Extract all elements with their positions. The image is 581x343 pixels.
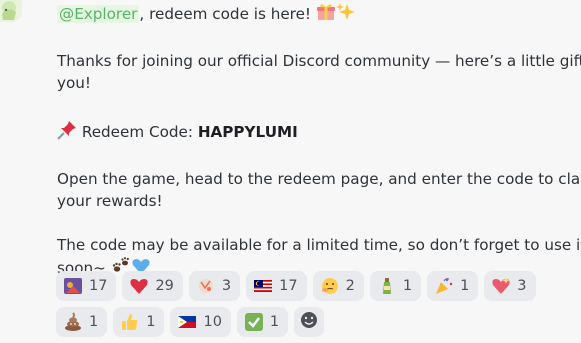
- bottle-icon: [377, 276, 397, 296]
- gift-icon: [316, 2, 336, 28]
- reaction-count: 3: [517, 278, 527, 294]
- custom-emote-icon: [63, 276, 83, 296]
- reaction-count: 17: [89, 278, 108, 294]
- reaction-thumbs-up[interactable]: 1: [113, 307, 165, 337]
- reaction-philippines-flag[interactable]: 10: [170, 307, 231, 337]
- reactions-bar: 17 29 3 17 2 1 1 3 1 1 10 1: [56, 271, 576, 343]
- reaction-count: 1: [402, 278, 413, 294]
- user-avatar[interactable]: [0, 0, 22, 22]
- message-content: @Explorer, redeem code is here! Thanks f…: [57, 0, 581, 282]
- reaction-count: 10: [203, 314, 222, 330]
- reaction-count: 1: [89, 314, 99, 330]
- sparkles-icon: [335, 2, 356, 28]
- check-mark-button-icon: [244, 312, 264, 332]
- reaction-check-mark[interactable]: 1: [236, 307, 289, 337]
- thumbs-up-icon: [120, 312, 140, 332]
- reactions-row-2: 1 1 10 1: [56, 307, 576, 337]
- reaction-count: 1: [460, 278, 470, 294]
- reaction-count: 1: [269, 314, 280, 330]
- reaction-count: 17: [279, 278, 298, 294]
- sparkling-heart-icon: [491, 276, 511, 296]
- reaction-pile-of-poo[interactable]: 1: [56, 307, 108, 337]
- limited-line-1: The code may be available for a limited …: [57, 236, 581, 254]
- open-line-1: Open the game, head to the redeem page, …: [57, 170, 581, 188]
- pushpin-icon: [57, 120, 77, 146]
- reaction-count: 1: [146, 314, 156, 330]
- reaction-bottle[interactable]: 1: [369, 271, 422, 301]
- face-with-hand-icon: [320, 276, 340, 296]
- reaction-face-with-hand[interactable]: 2: [312, 271, 364, 301]
- custom-sticker-icon: [196, 276, 216, 296]
- reaction-sparkling-heart[interactable]: 3: [484, 271, 536, 301]
- reaction-malaysia-flag[interactable]: 17: [246, 271, 307, 301]
- redeem-label: Redeem Code:: [81, 123, 193, 141]
- add-reaction-button[interactable]: [294, 307, 325, 337]
- user-mention[interactable]: @Explorer: [57, 5, 140, 23]
- thanks-line-2: you!: [57, 74, 91, 92]
- reaction-custom-sticker[interactable]: 3: [188, 271, 241, 301]
- party-popper-icon: [434, 276, 454, 296]
- reaction-count: 3: [221, 278, 232, 294]
- reaction-party-popper[interactable]: 1: [427, 271, 479, 301]
- malaysia-flag-icon: [253, 276, 273, 296]
- reaction-custom-emote[interactable]: 17: [56, 271, 117, 301]
- red-heart-icon: [129, 276, 149, 296]
- reactions-row-1: 17 29 3 17 2 1 1 3: [56, 271, 576, 301]
- smiley-icon: [299, 310, 319, 334]
- intro-line: @Explorer, redeem code is here!: [57, 2, 572, 28]
- reaction-count: 2: [345, 278, 355, 294]
- redeem-line: Redeem Code: HAPPYLUMI: [57, 120, 572, 146]
- reaction-red-heart[interactable]: 29: [122, 271, 183, 301]
- redeem-code: HAPPYLUMI: [197, 123, 298, 141]
- philippines-flag-icon: [177, 312, 197, 332]
- open-line-2: your rewards!: [57, 192, 163, 210]
- thanks-line-1: Thanks for joining our official Discord …: [57, 52, 581, 70]
- intro-text: , redeem code is here!: [139, 5, 312, 23]
- reaction-count: 29: [155, 278, 174, 294]
- pile-of-poo-icon: [63, 312, 83, 332]
